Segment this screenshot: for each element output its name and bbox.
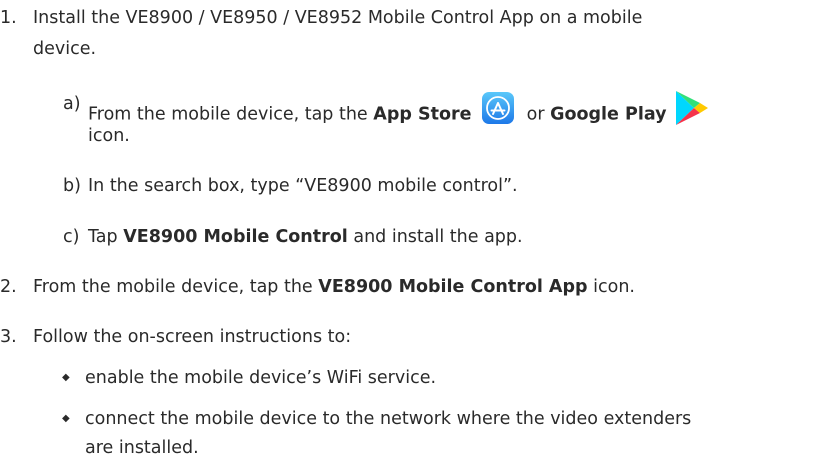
step-1a-prefix: From the mobile device, tap the: [88, 104, 368, 125]
step-2-app-name: VE8900 Mobile Control App: [318, 277, 588, 297]
google-play-label: Google Play: [550, 104, 667, 125]
app-store-label: App Store: [373, 104, 472, 125]
step-1c-prefix: Tap: [88, 227, 118, 247]
step-2-text: From the mobile device, tap the VE8900 M…: [33, 275, 635, 299]
step-1-number: 1.: [0, 8, 17, 28]
or-text: or: [526, 104, 545, 125]
step-1a-text: From the mobile device, tap the App Stor…: [88, 89, 710, 137]
diamond-bullet-icon: ◆: [62, 413, 70, 424]
step-1a-text-continued: icon.: [88, 126, 130, 146]
step-1c-app-name: VE8900 Mobile Control: [123, 227, 348, 247]
step-1b-text: In the search box, type “VE8900 mobile c…: [88, 176, 518, 196]
step-1c-suffix: and install the app.: [353, 227, 523, 247]
step-1-text-continued: device.: [33, 39, 97, 59]
step-1-text: Install the VE8900 / VE8950 / VE8952 Mob…: [33, 8, 643, 28]
step-1c-text: Tap VE8900 Mobile Control and install th…: [88, 225, 523, 249]
step-1a-marker: a): [63, 94, 81, 114]
step-1b-marker: b): [63, 176, 81, 196]
google-play-icon: [674, 89, 710, 134]
step-2-suffix: icon.: [593, 277, 635, 297]
step-3-number: 3.: [0, 327, 17, 347]
step-3-bullet-2: connect the mobile device to the network…: [85, 409, 692, 429]
diamond-bullet-icon: ◆: [62, 372, 70, 383]
step-3-bullet-1: enable the mobile device’s WiFi service.: [85, 368, 437, 388]
step-2-number: 2.: [0, 277, 17, 297]
step-3-bullet-2-continued: are installed.: [85, 438, 199, 458]
step-2-prefix: From the mobile device, tap the: [33, 277, 313, 297]
step-1c-marker: c): [63, 227, 80, 247]
step-3-text: Follow the on-screen instructions to:: [33, 327, 352, 347]
app-store-icon: [481, 91, 515, 132]
